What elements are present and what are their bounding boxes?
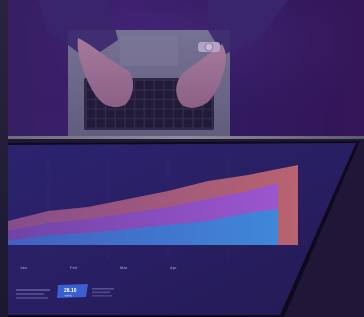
- x-tick-label: Apr: [170, 265, 177, 270]
- laptop-photo: [8, 0, 364, 136]
- chart-screen-area: Jan Feb Mar Apr 28.10 metric: [8, 139, 364, 317]
- left-edge-strip: [0, 0, 8, 317]
- area-chart: Jan Feb Mar Apr 28.10 metric: [8, 141, 360, 317]
- badge-sub-label: metric: [64, 294, 73, 298]
- value-badge: 28.10 metric: [57, 284, 88, 298]
- x-tick-label: Feb: [70, 265, 78, 270]
- x-tick-label: Mar: [120, 265, 128, 270]
- x-tick-label: Jan: [20, 265, 27, 270]
- scene: Jan Feb Mar Apr 28.10 metric: [0, 0, 364, 317]
- laptop-illustration: [8, 0, 364, 136]
